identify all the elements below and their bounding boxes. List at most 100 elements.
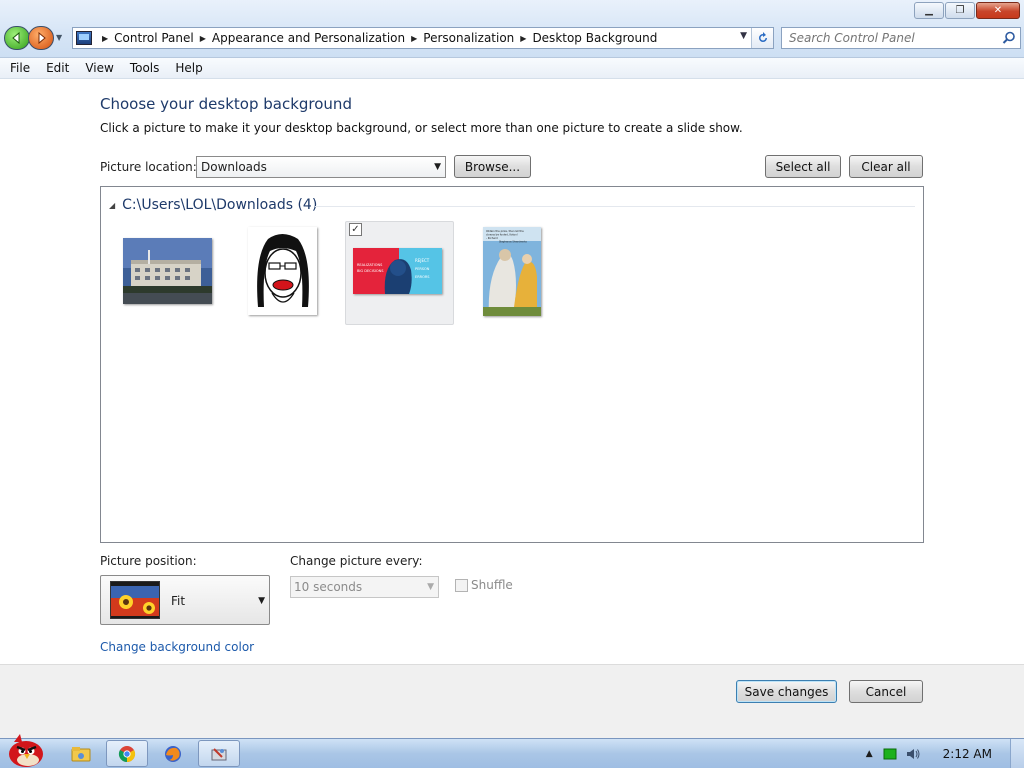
shuffle-checkbox[interactable]: Shuffle [455, 578, 513, 592]
system-tray: ▲ 2:12 AM [866, 739, 1024, 768]
window-controls: ▁ ❐ ✕ [914, 2, 1020, 19]
breadcrumb-separator-icon[interactable]: ▶ [520, 34, 526, 43]
picture-location-value: Downloads [201, 160, 267, 174]
change-interval-value: 10 seconds [294, 580, 363, 594]
picture-gallery[interactable]: ◢ C:\Users\LOL\Downloads (4) ✓ REALIZATI… [100, 186, 924, 543]
poster-caption-3: - Richard [486, 236, 498, 240]
breadcrumb-appearance[interactable]: Appearance and Personalization [212, 31, 405, 45]
shuffle-checkbox-box[interactable] [455, 578, 468, 592]
network-icon[interactable] [883, 747, 897, 761]
poster-caption-4: Stephanos Shevchenko [499, 241, 527, 244]
dialog-footer: Save changes Cancel [0, 664, 1024, 716]
page-description: Click a picture to make it your desktop … [100, 121, 743, 135]
clear-all-button[interactable]: Clear all [849, 155, 923, 178]
menu-bar: File Edit View Tools Help [0, 58, 1024, 79]
taskbar-chrome-button[interactable] [106, 740, 148, 767]
poster-text-4: PERSON [415, 267, 430, 271]
menu-file[interactable]: File [4, 61, 36, 75]
selected-checkbox[interactable]: ✓ [349, 223, 362, 236]
address-dropdown-icon[interactable]: ▼ [740, 31, 747, 41]
thumbnail-red-blue-portrait-poster[interactable]: REALIZATIONS BIG DECISIONS REJECT PERSON… [353, 248, 442, 297]
refresh-icon [758, 32, 767, 42]
poster-caption-2: clowns be fooled, Kotov! [486, 233, 518, 237]
back-arrow-icon [12, 31, 20, 45]
breadcrumb-separator-icon[interactable]: ▶ [102, 34, 108, 43]
poster-text-2: BIG DECISIONS [357, 269, 384, 273]
poster-text-1: REALIZATIONS [357, 263, 383, 267]
chevron-down-icon: ▼ [427, 582, 434, 592]
collapse-triangle-icon[interactable]: ◢ [109, 201, 115, 210]
poster-text-3: REJECT [415, 258, 430, 263]
browse-button[interactable]: Browse... [454, 155, 531, 178]
thumbnail-building-photo[interactable] [123, 238, 212, 307]
recent-pages-dropdown-icon[interactable]: ▼ [56, 33, 66, 43]
volume-icon[interactable] [905, 747, 921, 761]
close-button[interactable]: ✕ [976, 2, 1020, 19]
taskbar-explorer-button[interactable] [60, 740, 102, 767]
angry-bird-start-icon [9, 734, 43, 767]
show-hidden-icons-icon[interactable]: ▲ [866, 749, 873, 759]
change-interval-select[interactable]: 10 seconds ▼ [290, 576, 439, 598]
firefox-icon [165, 745, 181, 762]
group-header[interactable]: ◢ C:\Users\LOL\Downloads (4) [109, 197, 317, 213]
navigation-buttons: ▼ [4, 26, 66, 50]
title-bar: ▁ ❐ ✕ ▼ ▶ Control Panel ▶ Appearance and… [0, 0, 1024, 58]
cancel-button[interactable]: Cancel [849, 680, 923, 703]
search-input[interactable] [789, 31, 999, 45]
chevron-down-icon: ▼ [258, 596, 265, 606]
chrome-icon [118, 745, 136, 762]
status-strip [0, 716, 1024, 738]
forward-arrow-icon [38, 31, 46, 45]
address-bar[interactable]: ▶ Control Panel ▶ Appearance and Persona… [72, 27, 774, 49]
breadcrumb-separator-icon[interactable]: ▶ [200, 34, 206, 43]
picture-position-value: Fit [171, 594, 186, 608]
restore-icon: ❐ [955, 4, 965, 16]
control-panel-icon [211, 747, 227, 760]
poster-text-5: ERRORS [415, 275, 430, 279]
search-icon[interactable] [1002, 31, 1016, 45]
breadcrumb-control-panel[interactable]: Control Panel [114, 31, 194, 45]
main-content: Choose your desktop background Click a p… [0, 80, 1024, 688]
cartoon-face-image [248, 227, 317, 315]
breadcrumb-separator-icon[interactable]: ▶ [411, 34, 417, 43]
clock[interactable]: 2:12 AM [943, 747, 992, 761]
menu-edit[interactable]: Edit [40, 61, 75, 75]
red-blue-portrait-poster-image: REALIZATIONS BIG DECISIONS REJECT PERSON… [353, 248, 442, 294]
search-box[interactable] [781, 27, 1021, 49]
explorer-icon [71, 746, 91, 761]
chevron-down-icon: ▼ [434, 162, 441, 172]
change-background-color-link[interactable]: Change background color [100, 640, 254, 654]
poster-caption-1: Obtain the prize, then let the [486, 229, 524, 233]
forward-button[interactable] [28, 26, 54, 50]
select-all-button[interactable]: Select all [765, 155, 841, 178]
page-title: Choose your desktop background [100, 95, 352, 113]
show-desktop-button[interactable] [1010, 739, 1024, 768]
menu-view[interactable]: View [79, 61, 119, 75]
thumbnail-cartoon-face[interactable] [248, 227, 317, 318]
back-button[interactable] [4, 26, 30, 50]
picture-location-select[interactable]: Downloads ▼ [196, 156, 446, 178]
group-label: C:\Users\LOL\Downloads (4) [122, 197, 318, 213]
building-photo-image [123, 238, 212, 304]
taskbar-control-panel-button[interactable] [198, 740, 240, 767]
picture-position-select[interactable]: Fit ▼ [100, 575, 270, 625]
group-divider [315, 206, 915, 207]
flower-preview-image [110, 581, 160, 619]
close-icon: ✕ [993, 4, 1003, 16]
breadcrumb-desktop-background[interactable]: Desktop Background [532, 31, 657, 45]
change-picture-label: Change picture every: [290, 554, 423, 568]
picture-location-label: Picture location: [100, 160, 197, 174]
refresh-button[interactable] [751, 28, 773, 48]
restore-button[interactable]: ❐ [945, 2, 975, 19]
minimize-button[interactable]: ▁ [914, 2, 944, 19]
breadcrumb-personalization[interactable]: Personalization [423, 31, 514, 45]
poster-with-figures-image: Obtain the prize, then let the clowns be… [483, 227, 541, 316]
menu-help[interactable]: Help [169, 61, 208, 75]
menu-tools[interactable]: Tools [124, 61, 166, 75]
taskbar-firefox-button[interactable] [152, 740, 194, 767]
start-orb[interactable] [2, 731, 50, 768]
save-changes-button[interactable]: Save changes [736, 680, 837, 703]
thumbnail-poster-with-figures[interactable]: Obtain the prize, then let the clowns be… [483, 227, 541, 319]
control-panel-icon [76, 31, 92, 45]
picture-position-label: Picture position: [100, 554, 197, 568]
